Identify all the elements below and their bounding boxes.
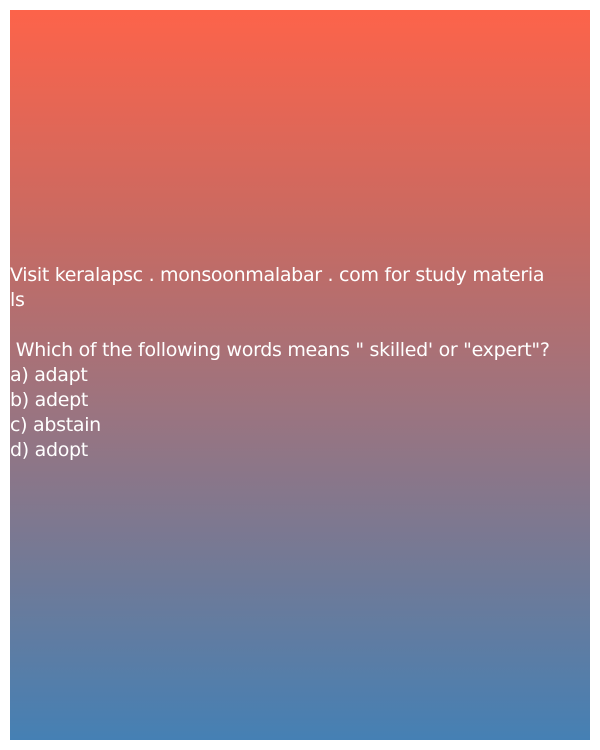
option-d: d) adopt — [10, 439, 88, 461]
option-c: c) abstain — [10, 414, 101, 436]
option-a: a) adapt — [10, 364, 88, 386]
quiz-content: Visit keralapsc . monsoonmalabar . com f… — [10, 263, 590, 463]
option-b: b) adept — [10, 389, 89, 411]
quiz-card: Visit keralapsc . monsoonmalabar . com f… — [10, 10, 590, 740]
question-text: Which of the following words means " ski… — [10, 339, 550, 361]
promo-text-line-2: ls — [10, 289, 25, 311]
promo-text-line-1: Visit keralapsc . monsoonmalabar . com f… — [10, 264, 545, 286]
